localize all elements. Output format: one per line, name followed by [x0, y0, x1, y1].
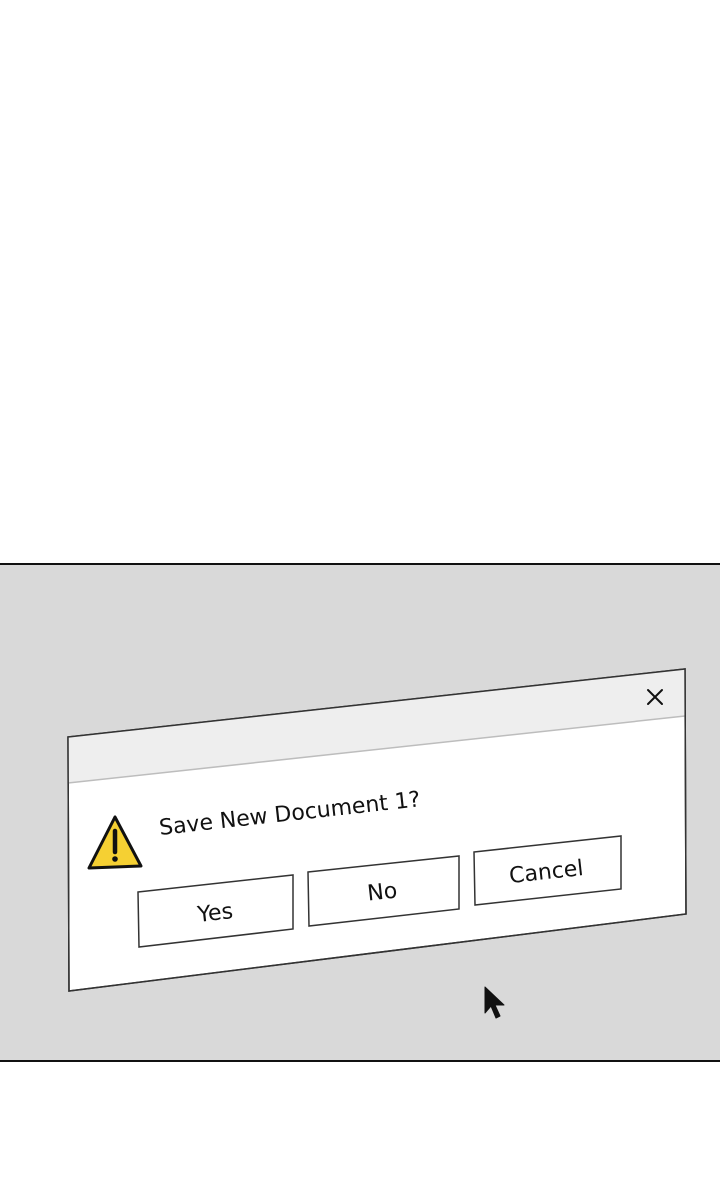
no-button-label: No: [366, 878, 398, 906]
mouse-pointer-icon: [484, 986, 505, 1019]
close-button[interactable]: [641, 683, 669, 711]
dialog-scene: Save New Document 1? Yes No Cancel: [0, 565, 716, 1060]
save-dialog: Save New Document 1? Yes No Cancel: [67, 668, 687, 992]
yes-button-label: Yes: [195, 899, 234, 928]
desktop-backdrop: Save New Document 1? Yes No Cancel: [0, 563, 720, 1062]
